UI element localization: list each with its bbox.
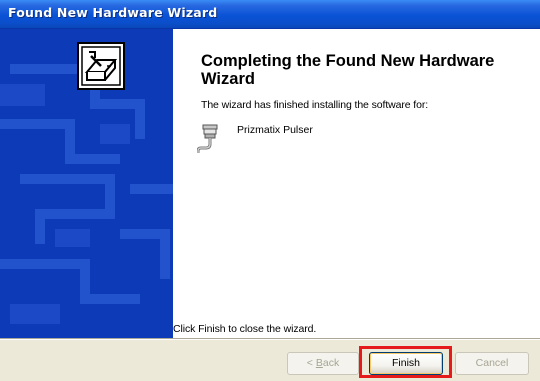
side-panel xyxy=(0,29,173,338)
window-title: Found New Hardware Wizard xyxy=(8,5,218,20)
wizard-window: Found New Hardware Wizard Completing the… xyxy=(0,0,540,381)
back-button[interactable]: < Back xyxy=(287,352,359,375)
button-bar: < Back Finish Cancel xyxy=(0,340,540,381)
content-area: Completing the Found New Hardware Wizard… xyxy=(173,29,540,338)
finished-message: The wizard has finished installing the s… xyxy=(201,99,429,111)
serial-cable-icon xyxy=(197,124,218,153)
cancel-button[interactable]: Cancel xyxy=(455,352,529,375)
wizard-hardware-icon xyxy=(77,42,125,90)
back-button-prefix: < xyxy=(306,357,316,369)
page-heading: Completing the Found New Hardware Wizard xyxy=(201,52,495,88)
back-button-accel: B xyxy=(315,357,323,369)
finish-button[interactable]: Finish xyxy=(369,352,443,375)
close-instruction: Click Finish to close the wizard. xyxy=(173,323,317,335)
back-button-rest: ack xyxy=(322,357,340,369)
device-name: Prizmatix Pulser xyxy=(237,124,313,136)
title-bar[interactable]: Found New Hardware Wizard xyxy=(0,0,540,29)
